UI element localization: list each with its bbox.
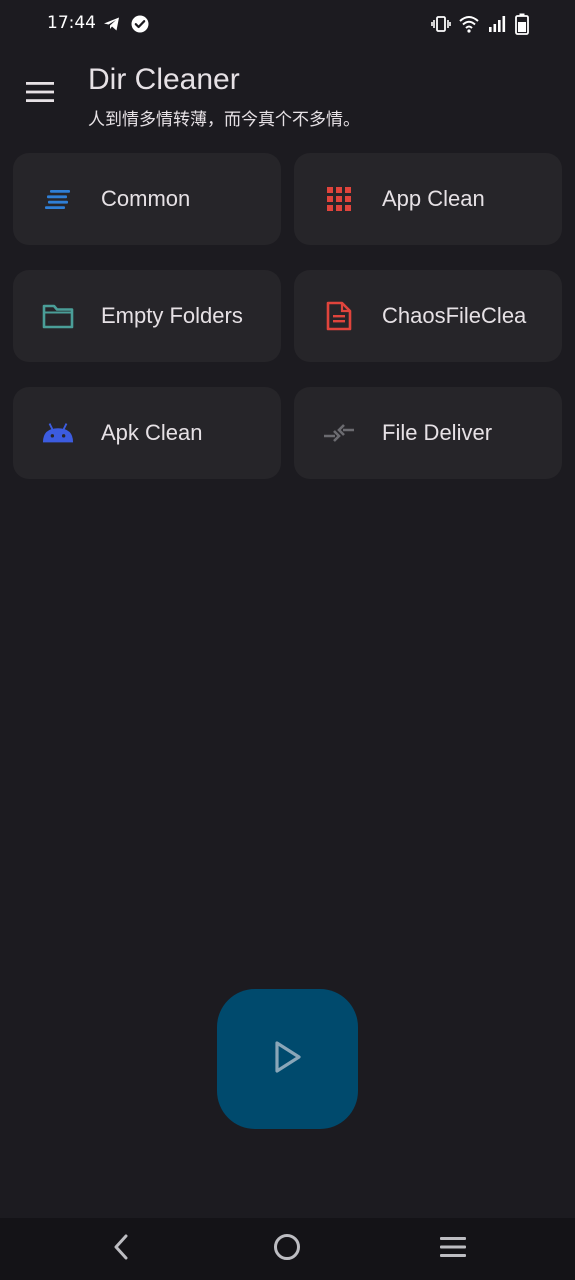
card-label-file-deliver: File Deliver: [382, 420, 493, 445]
navigation-bar: [0, 1218, 575, 1280]
app-subtitle: 人到情多情转薄，而今真个不多情。: [88, 110, 360, 130]
check-circle-icon: [130, 14, 150, 39]
signal-icon: [487, 14, 507, 39]
start-clean-fab[interactable]: [217, 989, 358, 1129]
android-icon: [42, 417, 74, 449]
status-time: 17:44: [47, 13, 96, 33]
card-empty-folders[interactable]: Empty Folders: [13, 270, 281, 362]
grid-apps-icon: [323, 183, 355, 215]
card-label-common: Common: [101, 186, 191, 211]
card-label-app-clean: App Clean: [382, 186, 485, 211]
list-lines-icon: [42, 183, 74, 215]
telegram-icon: [102, 14, 122, 39]
back-icon: [110, 1233, 132, 1266]
card-app-clean[interactable]: App Clean: [294, 153, 562, 245]
app-title: Dir Cleaner: [88, 63, 240, 96]
card-file-deliver[interactable]: File Deliver: [294, 387, 562, 479]
status-right-icons: [431, 13, 529, 40]
card-apk-clean[interactable]: Apk Clean: [13, 387, 281, 479]
card-chaos-file-clean[interactable]: ChaosFileClea: [294, 270, 562, 362]
hamburger-menu-icon: [25, 81, 55, 108]
compare-arrows-icon: [323, 417, 355, 449]
card-label-chaos-file-clean: ChaosFileClea: [382, 303, 527, 328]
vibrate-icon: [431, 14, 451, 39]
recents-icon: [438, 1235, 468, 1264]
nav-home-button[interactable]: [270, 1232, 304, 1266]
nav-back-button[interactable]: [104, 1232, 138, 1266]
battery-icon: [515, 13, 529, 40]
home-icon: [272, 1232, 302, 1267]
card-label-apk-clean: Apk Clean: [101, 420, 203, 445]
status-bar: 17:44: [0, 0, 575, 48]
screen: 17:44 Dir Cleaner 人到情多情转薄，而今真个不多情。 Commo…: [0, 0, 575, 1280]
play-icon: [273, 1040, 303, 1079]
document-icon: [323, 300, 355, 332]
nav-recents-button[interactable]: [436, 1232, 470, 1266]
folder-icon: [42, 300, 74, 332]
status-left-icons: [102, 14, 150, 39]
card-label-empty-folders: Empty Folders: [101, 303, 243, 328]
app-bar: Dir Cleaner 人到情多情转薄，而今真个不多情。: [0, 52, 575, 136]
wifi-icon: [459, 14, 479, 39]
card-common[interactable]: Common: [13, 153, 281, 245]
menu-button[interactable]: [20, 74, 60, 114]
